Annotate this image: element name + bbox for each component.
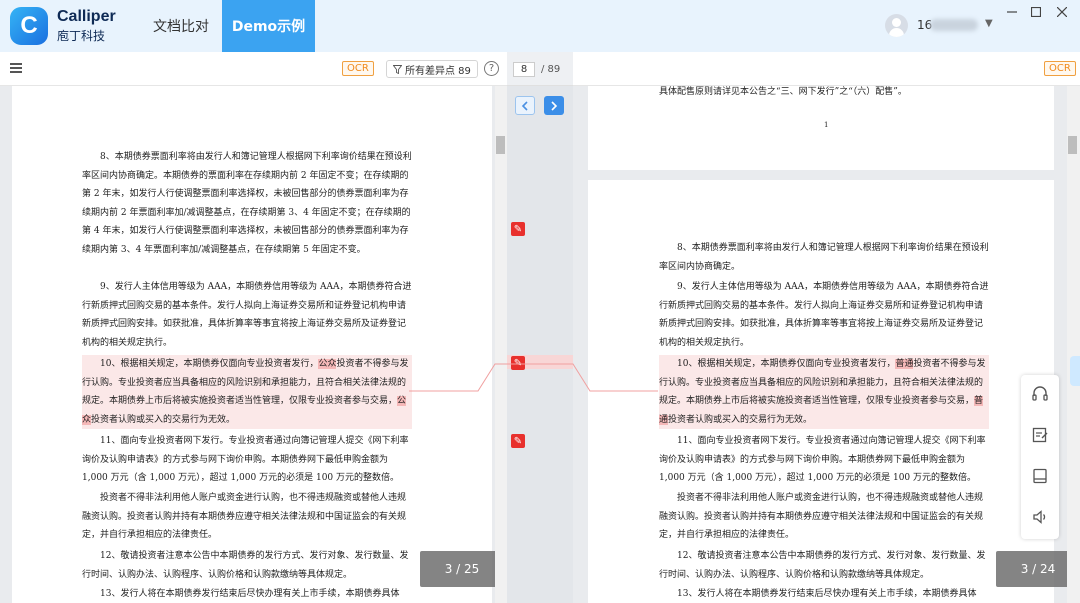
diff-gutter: ✎ ✎ ✎ (507, 86, 573, 603)
user-name-redacted (930, 19, 978, 31)
left-para-13: 13、发行人将在本期债券发行结束后尽快办理有关上市手续，本期债券具体 (100, 589, 400, 599)
diff-marker-edit-icon[interactable]: ✎ (511, 434, 525, 448)
calliper-logo-icon: C (10, 7, 48, 45)
chevron-left-icon (521, 100, 528, 111)
minimize-icon (1007, 11, 1017, 13)
right-scrollbar[interactable] (1067, 86, 1080, 603)
book-icon[interactable] (1028, 464, 1052, 488)
page-navigator: 8 / 89 (507, 52, 573, 86)
maximize-window-button[interactable] (1024, 2, 1048, 22)
app-header: C Calliper 庖丁科技 文档比对 Demo示例 16 ▼ (0, 0, 1080, 52)
right-document-panel: 具体配售原则请详见本公告之“三、网下发行”之“（六）配售”。 1 8、本期债券票… (573, 86, 1080, 603)
filter-icon (393, 64, 402, 74)
tab-demo-examples[interactable]: Demo示例 (222, 0, 315, 52)
left-para-8: 8、本期债券票面利率将由发行人和簿记管理人根据网下利率询价结果在预设利率区间内协… (82, 152, 412, 255)
close-icon (1057, 7, 1067, 17)
right-diff-word-1[interactable]: 普通 (895, 359, 914, 369)
right-scroll-thumb[interactable] (1068, 136, 1077, 154)
tab-document-compare[interactable]: 文档比对 (140, 0, 222, 52)
headset-icon[interactable] (1028, 382, 1052, 406)
left-document-page: 8、本期债券票面利率将由发行人和簿记管理人根据网下利率询价结果在预设利率区间内协… (12, 86, 492, 603)
close-window-button[interactable] (1050, 2, 1074, 22)
next-diff-button[interactable] (544, 96, 564, 115)
brand-subtitle: 庖丁科技 (57, 29, 106, 43)
left-scrollbar[interactable] (495, 86, 507, 603)
diff-marker-edit-icon[interactable]: ✎ (511, 222, 525, 236)
right-para-10-diff[interactable]: 10、根据相关规定，本期债券仅面向专业投资者发行，普通投资者不得参与发行认购。专… (659, 355, 989, 430)
left-para-investor: 投资者不得非法利用他人账户或资金进行认购，也不得违规融资或替他人违规融资认购。投… (82, 493, 407, 541)
chevron-right-icon (551, 100, 558, 111)
diff-marker-edit-icon[interactable]: ✎ (511, 356, 525, 370)
edit-note-icon[interactable] (1028, 423, 1052, 447)
prev-diff-button[interactable] (515, 96, 535, 115)
left-para-10-c: 投资者认购或买入的交易行为无效。 (91, 414, 236, 425)
left-scroll-thumb[interactable] (496, 136, 505, 154)
right-toolbar: OCR (573, 52, 1080, 86)
left-para-12: 12、敬请投资者注意本公告中本期债券的发行方式、发行对象、发行数量、发行时间、认… (82, 551, 409, 580)
left-page-counter: 3 / 25 (420, 551, 504, 587)
right-document-page: 8、本期债券票面利率将由发行人和簿记管理人根据网下利率询价结果在预设利率区间内协… (588, 180, 1054, 603)
left-para-9: 9、发行人主体信用等级为 AAA，本期债券信用等级为 AAA，本期债券符合进行新… (82, 282, 412, 348)
diff-filter-label: 所有差异点 89 (405, 65, 471, 77)
left-toolbar: OCR 所有差异点 89 ? (0, 52, 507, 86)
help-icon[interactable]: ? (484, 61, 499, 76)
left-para-10-a: 10、根据相关规定，本期债券仅面向专业投资者发行， (100, 359, 319, 369)
user-avatar[interactable] (885, 14, 908, 37)
right-para-12: 12、敬请投资者注意本公告中本期债券的发行方式、发行对象、发行数量、发行时间、认… (659, 551, 986, 580)
right-ocr-badge[interactable]: OCR (1044, 61, 1076, 76)
right-para-8: 8、本期债券票面利率将由发行人和簿记管理人根据网下利率询价结果在预设利率区间内协… (659, 243, 989, 272)
right-para-10-a: 10、根据相关规定，本期债券仅面向专业投资者发行， (677, 359, 896, 369)
right-page-number: 1 (824, 121, 829, 129)
speaker-icon[interactable] (1028, 505, 1052, 529)
right-previous-page: 具体配售原则请详见本公告之“三、网下发行”之“（六）配售”。 1 (588, 86, 1054, 170)
right-para-investor: 投资者不得非法利用他人账户或资金进行认购，也不得违规融资或替他人违规融资认购。投… (659, 493, 984, 541)
current-page-input[interactable]: 8 (513, 62, 535, 77)
floating-toolbar (1021, 375, 1059, 539)
total-pages: / 89 (541, 64, 561, 75)
right-para-13: 13、发行人将在本期债券发行结束后尽快办理有关上市手续，本期债券具体 (677, 589, 977, 599)
diff-filter-dropdown[interactable]: 所有差异点 89 (386, 60, 478, 78)
right-top-text: 具体配售原则请详见本公告之“三、网下发行”之“（六）配售”。 (659, 87, 907, 97)
left-para-11: 11、面向专业投资者网下发行。专业投资者通过向簿记管理人提交《网下利率询价及认购… (82, 436, 409, 484)
list-menu-icon[interactable] (10, 62, 24, 74)
left-ocr-badge[interactable]: OCR (342, 61, 374, 76)
left-diff-word-1[interactable]: 公众 (318, 359, 337, 369)
right-para-9: 9、发行人主体信用等级为 AAA，本期债券信用等级为 AAA，本期债券符合进行新… (659, 282, 989, 348)
minimize-window-button[interactable] (1000, 2, 1024, 22)
left-document-panel: 8、本期债券票面利率将由发行人和簿记管理人根据网下利率询价结果在预设利率区间内协… (0, 86, 507, 603)
side-panel-tab[interactable] (1070, 356, 1080, 386)
right-para-11: 11、面向专业投资者网下发行。专业投资者通过向簿记管理人提交《网下利率询价及认购… (659, 436, 986, 484)
brand-name: Calliper (57, 8, 116, 25)
left-para-10-diff[interactable]: 10、根据相关规定，本期债券仅面向专业投资者发行，公众投资者不得参与发行认购。专… (82, 355, 412, 430)
chevron-down-icon[interactable]: ▼ (985, 18, 993, 29)
right-para-10-c: 投资者认购或买入的交易行为无效。 (668, 414, 813, 425)
maximize-icon (1031, 7, 1041, 17)
